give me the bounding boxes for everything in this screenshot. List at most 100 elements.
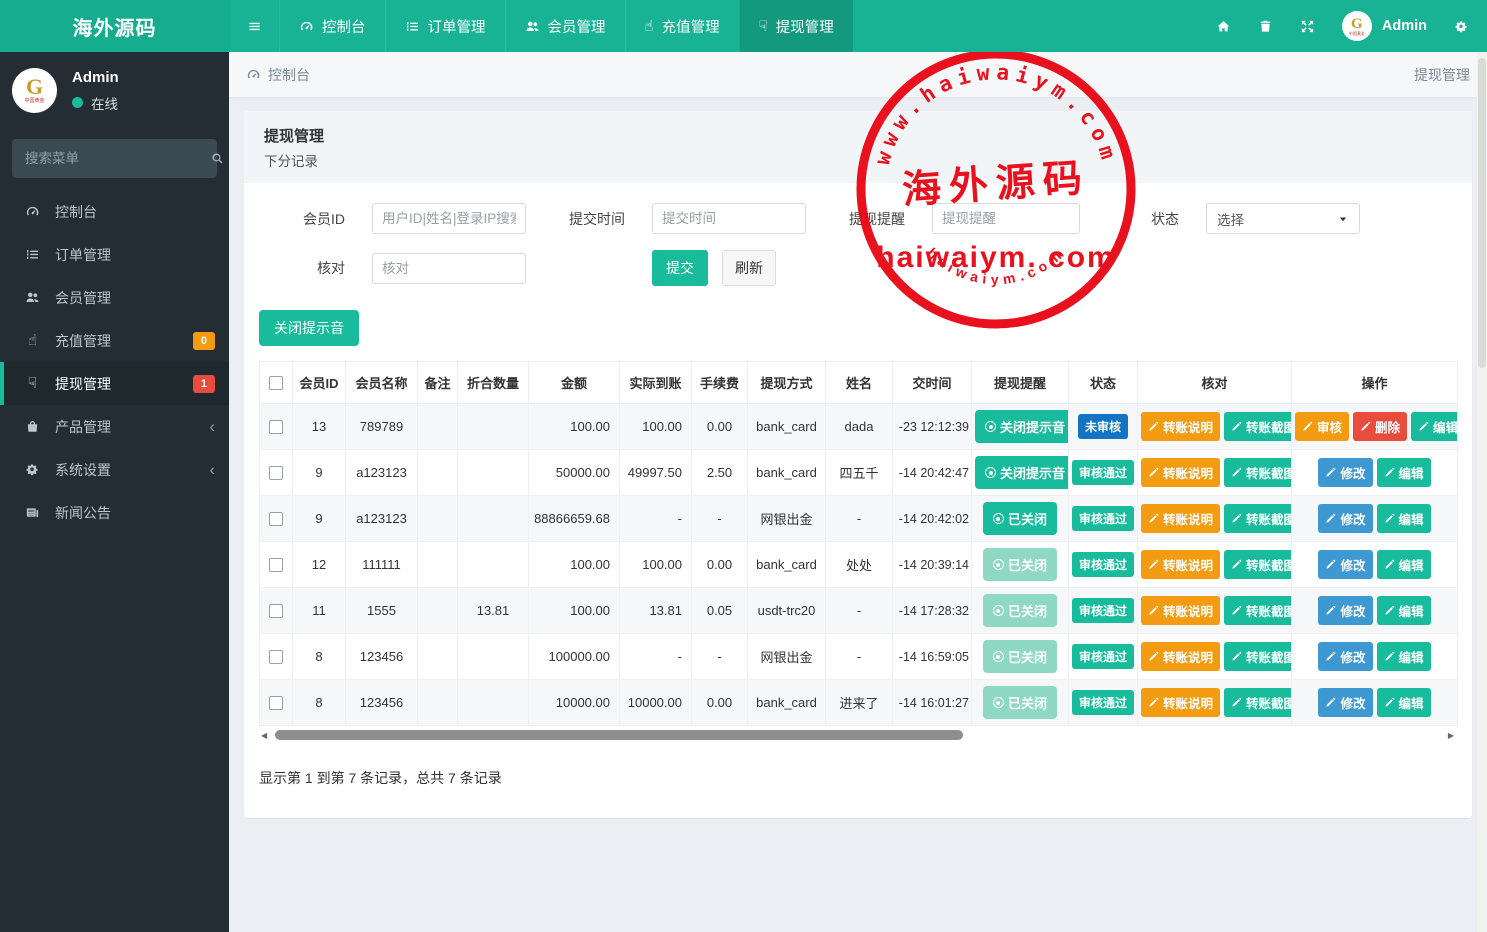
power-icon <box>992 513 1004 524</box>
sidebar-item-news[interactable]: 新闻公告 <box>0 491 229 534</box>
bars-icon <box>247 19 262 34</box>
transfer-screenshot-button[interactable]: 转账截图 <box>1224 412 1291 441</box>
sidebar-item-withdraw[interactable]: ☟ 提现管理 1 <box>0 362 229 405</box>
edit-button[interactable]: 编辑 <box>1411 412 1457 441</box>
transfer-screenshot-button[interactable]: 转账截图 <box>1224 550 1291 579</box>
transfer-note-button[interactable]: 转账说明 <box>1141 642 1221 671</box>
settings-button[interactable] <box>1454 19 1469 34</box>
cell-payee: 处处 <box>825 541 893 588</box>
mute-row-button[interactable]: 已关闭 <box>982 502 1057 535</box>
status-badge: 审核通过 <box>1072 598 1135 623</box>
modify-button[interactable]: 修改 <box>1318 688 1373 717</box>
edit-button[interactable]: 编辑 <box>1376 688 1431 717</box>
table-row: 8 123456 10000.00 10000.00 0.00 bank_car… <box>259 679 1458 726</box>
transfer-note-button[interactable]: 转账说明 <box>1141 688 1221 717</box>
row-checkbox[interactable] <box>269 466 283 481</box>
row-checkbox[interactable] <box>269 650 283 665</box>
trash-button[interactable] <box>1258 19 1273 34</box>
transfer-note-button[interactable]: 转账说明 <box>1141 412 1221 441</box>
mute-sound-button[interactable]: 关闭提示音 <box>259 310 359 346</box>
brand[interactable]: 海外源码 <box>0 0 229 52</box>
transfer-screenshot-button[interactable]: 转账截图 <box>1224 458 1291 487</box>
nav-item-orders[interactable]: 订单管理 <box>384 0 505 52</box>
row-checkbox[interactable] <box>269 604 283 619</box>
sidebar-toggle-button[interactable] <box>229 0 279 52</box>
table-header-row: 会员ID 会员名称 备注 折合数量 金额 实际到账 手续费 提现方式 姓名 交时间 提现提醒 状态 核对… <box>259 361 1458 404</box>
edit-button[interactable]: 编辑 <box>1376 550 1431 579</box>
trash-icon <box>1258 19 1273 34</box>
row-checkbox[interactable] <box>269 420 283 435</box>
select-all-checkbox[interactable] <box>269 376 283 391</box>
transfer-screenshot-button[interactable]: 转账截图 <box>1224 642 1291 671</box>
row-checkbox[interactable] <box>269 696 283 711</box>
mute-row-button[interactable]: 关闭提示音 <box>975 410 1068 443</box>
vertical-scrollbar[interactable] <box>1477 52 1487 932</box>
fullscreen-button[interactable] <box>1300 19 1315 34</box>
nav-item-withdraw[interactable]: ☟ 提现管理 <box>738 0 853 52</box>
review-button[interactable]: 审核 <box>1295 412 1350 441</box>
scrollbar-thumb[interactable] <box>275 730 963 740</box>
status-select[interactable]: 选择 <box>1206 203 1360 234</box>
refresh-button[interactable]: 刷新 <box>722 250 776 286</box>
sidebar-item-members[interactable]: 会员管理 <box>0 276 229 319</box>
edit-button[interactable]: 编辑 <box>1376 642 1431 671</box>
transfer-screenshot-button[interactable]: 转账截图 <box>1224 596 1291 625</box>
modify-button[interactable]: 修改 <box>1318 596 1373 625</box>
sidebar-search-input[interactable] <box>25 151 202 166</box>
cell-actions: 修改 编辑 <box>1291 495 1458 542</box>
submit-button[interactable]: 提交 <box>652 250 708 286</box>
withdraw-remind-input[interactable] <box>932 203 1080 234</box>
nav-item-recharge[interactable]: ☝ 充值管理 <box>624 0 739 52</box>
column-header: 折合数量 <box>457 361 529 404</box>
transfer-note-button[interactable]: 转账说明 <box>1141 550 1221 579</box>
transfer-screenshot-button[interactable]: 转账截图 <box>1224 504 1291 533</box>
transfer-note-button[interactable]: 转账说明 <box>1141 596 1221 625</box>
member-id-input[interactable] <box>372 203 526 234</box>
edit-button[interactable]: 编辑 <box>1376 458 1431 487</box>
home-button[interactable] <box>1216 19 1231 34</box>
sidebar-item-orders[interactable]: 订单管理 <box>0 233 229 276</box>
delete-button[interactable]: 删除 <box>1353 412 1408 441</box>
submit-time-input[interactable] <box>652 203 806 234</box>
cell-actions: 审核 删除 编辑 <box>1291 403 1458 450</box>
user-menu[interactable]: G 中国黄金 Admin <box>1341 11 1427 41</box>
transfer-note-button[interactable]: 转账说明 <box>1141 504 1221 533</box>
modify-button[interactable]: 修改 <box>1318 550 1373 579</box>
row-checkbox[interactable] <box>269 512 283 527</box>
mute-row-button[interactable]: 已关闭 <box>982 640 1057 673</box>
modify-button[interactable]: 修改 <box>1318 642 1373 671</box>
breadcrumb-console[interactable]: 控制台 <box>246 65 310 85</box>
mute-row-button[interactable]: 已关闭 <box>982 594 1057 627</box>
cell-actions: 修改 编辑 <box>1291 633 1458 680</box>
cell-remark <box>417 403 458 450</box>
scroll-right-arrow-icon[interactable]: ▶ <box>1448 731 1454 740</box>
edit-button[interactable]: 编辑 <box>1376 596 1431 625</box>
scrollbar-thumb[interactable] <box>1478 58 1486 368</box>
top-nav: 控制台 订单管理 会员管理 ☝ 充值管理 ☟ 提现管理 <box>279 0 853 52</box>
sidebar-item-console[interactable]: 控制台 <box>0 190 229 233</box>
cell-submit-time: -23 12:12:39 <box>892 403 972 450</box>
cell-method: bank_card <box>747 449 826 496</box>
cell-submit-time: -14 20:39:14 <box>892 541 972 588</box>
transfer-screenshot-button[interactable]: 转账截图 <box>1224 688 1291 717</box>
scroll-left-arrow-icon[interactable]: ◀ <box>261 731 267 740</box>
transfer-note-button[interactable]: 转账说明 <box>1141 458 1221 487</box>
mute-row-button[interactable]: 已关闭 <box>982 686 1057 719</box>
cell-status: 审核通过 <box>1068 679 1138 726</box>
edit-button[interactable]: 编辑 <box>1376 504 1431 533</box>
modify-button[interactable]: 修改 <box>1318 458 1373 487</box>
nav-item-members[interactable]: 会员管理 <box>504 0 625 52</box>
check-input[interactable] <box>372 252 526 284</box>
sidebar-item-label: 会员管理 <box>55 289 111 306</box>
mute-row-button[interactable]: 关闭提示音 <box>975 456 1068 489</box>
nav-item-console[interactable]: 控制台 <box>279 0 385 52</box>
row-checkbox[interactable] <box>269 558 283 573</box>
expand-icon <box>1300 19 1315 34</box>
modify-button[interactable]: 修改 <box>1318 504 1373 533</box>
sidebar-item-recharge[interactable]: ☝ 充值管理 0 <box>0 319 229 362</box>
sidebar-item-label: 充值管理 <box>55 332 111 349</box>
sidebar-item-settings[interactable]: 系统设置 ‹ <box>0 448 229 491</box>
mute-row-button[interactable]: 已关闭 <box>982 548 1057 581</box>
sidebar-item-products[interactable]: 产品管理 ‹ <box>0 405 229 448</box>
cell-remark <box>417 679 458 726</box>
